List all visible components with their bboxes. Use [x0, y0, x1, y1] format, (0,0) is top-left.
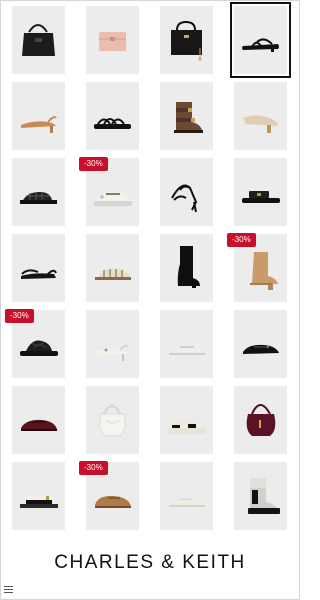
product-tile[interactable]: -30% — [5, 309, 65, 378]
product-tile[interactable] — [234, 462, 287, 530]
discount-badge: -30% — [79, 157, 108, 171]
black-strappy-flat-sandal-icon — [86, 82, 139, 150]
product-tile[interactable] — [230, 2, 291, 78]
black-thong-sandal-icon — [234, 6, 287, 74]
black-mary-jane-flat-icon — [234, 310, 287, 378]
black-strappy-heel-sandal-icon — [160, 158, 213, 226]
beige-block-heel-pump-icon — [234, 82, 287, 150]
product-tile[interactable]: -30% — [79, 461, 139, 530]
tan-slingback-heel-icon — [12, 82, 65, 150]
product-tile[interactable] — [160, 158, 213, 226]
product-tile[interactable] — [234, 82, 287, 150]
product-tile[interactable] — [160, 6, 213, 74]
product-grid: -30% -30% -30% -30% — [5, 2, 291, 530]
brand-logo[interactable]: CHARLES & KEITH — [0, 552, 300, 574]
black-slide-sandal-icon — [234, 158, 287, 226]
product-tile[interactable] — [160, 462, 213, 530]
product-tile[interactable] — [86, 386, 139, 454]
pink-wallet-icon — [86, 6, 139, 74]
beige-fisherman-sandal-icon — [86, 234, 139, 302]
product-tile[interactable] — [12, 462, 65, 530]
cream-platform-sandal-icon — [160, 386, 213, 454]
product-tile[interactable] — [12, 386, 65, 454]
product-tile[interactable] — [160, 386, 213, 454]
white-slingback-kitten-heel-icon — [86, 310, 139, 378]
product-tile[interactable]: -30% — [227, 233, 287, 302]
white-mary-jane-flat-icon — [160, 310, 213, 378]
discount-badge: -30% — [5, 309, 34, 323]
black-grey-chelsea-boot-icon — [234, 462, 287, 530]
burgundy-shoulder-bag-icon — [234, 386, 287, 454]
product-tile[interactable] — [86, 82, 139, 150]
product-tile[interactable] — [12, 158, 65, 226]
product-tile[interactable] — [12, 82, 65, 150]
product-tile[interactable] — [160, 82, 213, 150]
product-tile[interactable] — [160, 234, 213, 302]
discount-badge: -30% — [79, 461, 108, 475]
black-knee-high-boot-icon — [160, 234, 213, 302]
black-white-buckle-sandal-icon — [12, 462, 65, 530]
product-tile[interactable] — [234, 310, 287, 378]
product-tile[interactable] — [160, 310, 213, 378]
product-tile[interactable]: -30% — [79, 157, 139, 226]
discount-badge: -30% — [227, 233, 256, 247]
black-woven-sandal-icon — [12, 158, 65, 226]
product-tile[interactable] — [86, 6, 139, 74]
menu-icon[interactable] — [4, 586, 13, 594]
black-slingback-flat-icon — [12, 234, 65, 302]
brown-suede-buckle-boot-icon — [160, 82, 213, 150]
white-hobo-bag-icon — [86, 386, 139, 454]
product-tile[interactable] — [86, 234, 139, 302]
product-tile[interactable] — [234, 386, 287, 454]
product-tile[interactable] — [12, 6, 65, 74]
product-tile[interactable] — [234, 158, 287, 226]
burgundy-mary-jane-flat-icon — [12, 386, 65, 454]
white-ballet-flat-icon — [160, 462, 213, 530]
product-tile[interactable] — [12, 234, 65, 302]
black-handbag-icon — [160, 6, 213, 74]
product-tile[interactable] — [86, 310, 139, 378]
black-tote-bag-icon — [12, 6, 65, 74]
